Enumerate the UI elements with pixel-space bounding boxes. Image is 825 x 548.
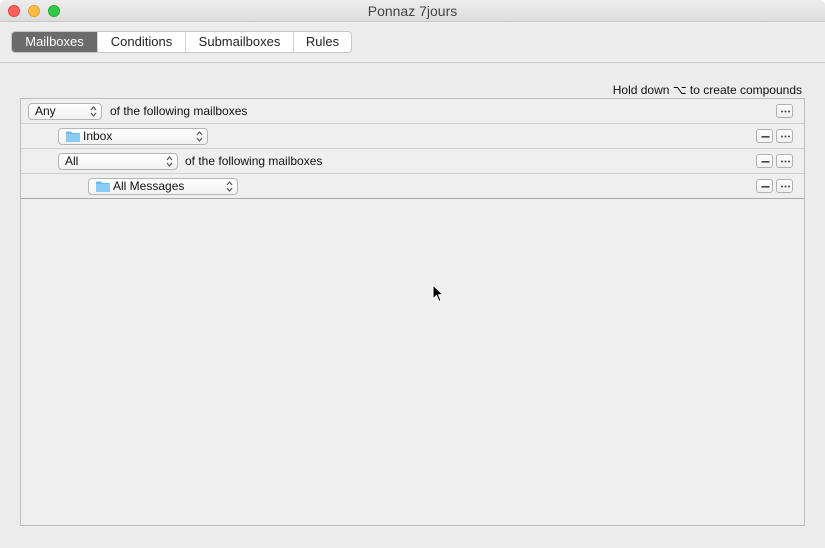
criteria-row-all: All of the following mailboxes [21, 149, 804, 174]
tab-submailboxes[interactable]: Submailboxes [186, 32, 294, 52]
criteria-row-mailbox: Inbox [21, 124, 804, 149]
tab-mailboxes[interactable]: Mailboxes [12, 32, 98, 52]
ellipsis-icon [781, 185, 790, 188]
minus-icon [761, 186, 770, 188]
window-title: Ponnaz 7jours [367, 3, 458, 19]
more-options-button[interactable] [776, 179, 793, 193]
tab-bar: Mailboxes Conditions Submailboxes Rules [11, 31, 352, 53]
more-options-button[interactable] [776, 129, 793, 143]
row-description: of the following mailboxes [185, 154, 323, 168]
row-description: of the following mailboxes [110, 104, 248, 118]
updown-arrows-icon [90, 106, 97, 117]
toolbar-separator [0, 62, 825, 63]
more-options-button[interactable] [776, 154, 793, 168]
remove-criteria-button[interactable] [756, 129, 773, 143]
remove-criteria-button[interactable] [756, 179, 773, 193]
mailbox-selector[interactable]: All Messages [88, 178, 238, 195]
ellipsis-icon [781, 160, 790, 163]
remove-criteria-button[interactable] [756, 154, 773, 168]
mailbox-criteria-panel: Any of the following mailboxes Inbox All… [20, 98, 805, 526]
tab-rules[interactable]: Rules [294, 32, 351, 52]
criteria-row-mailbox: All Messages [21, 174, 804, 199]
minus-icon [761, 136, 770, 138]
selector-value: Any [35, 104, 56, 118]
mailbox-value: All Messages [113, 179, 185, 193]
ellipsis-icon [781, 135, 790, 138]
more-options-button[interactable] [776, 104, 793, 118]
compound-hint: Hold down ⌥ to create compounds [612, 83, 802, 97]
mailbox-value: Inbox [83, 129, 113, 143]
criteria-row-any: Any of the following mailboxes [21, 99, 804, 124]
any-all-selector[interactable]: All [58, 153, 178, 170]
updown-arrows-icon [196, 131, 203, 142]
app-window: Ponnaz 7jours Mailboxes Conditions Subma… [0, 0, 825, 548]
mouse-pointer-icon [432, 284, 444, 303]
folder-icon [96, 181, 110, 192]
any-all-selector[interactable]: Any [28, 103, 102, 120]
ellipsis-icon [781, 110, 790, 113]
title-bar: Ponnaz 7jours [0, 0, 825, 22]
folder-icon [66, 131, 80, 142]
updown-arrows-icon [226, 181, 233, 192]
updown-arrows-icon [166, 156, 173, 167]
mailbox-selector[interactable]: Inbox [58, 128, 208, 145]
selector-value: All [65, 154, 79, 168]
minus-icon [761, 161, 770, 163]
tab-conditions[interactable]: Conditions [98, 32, 186, 52]
